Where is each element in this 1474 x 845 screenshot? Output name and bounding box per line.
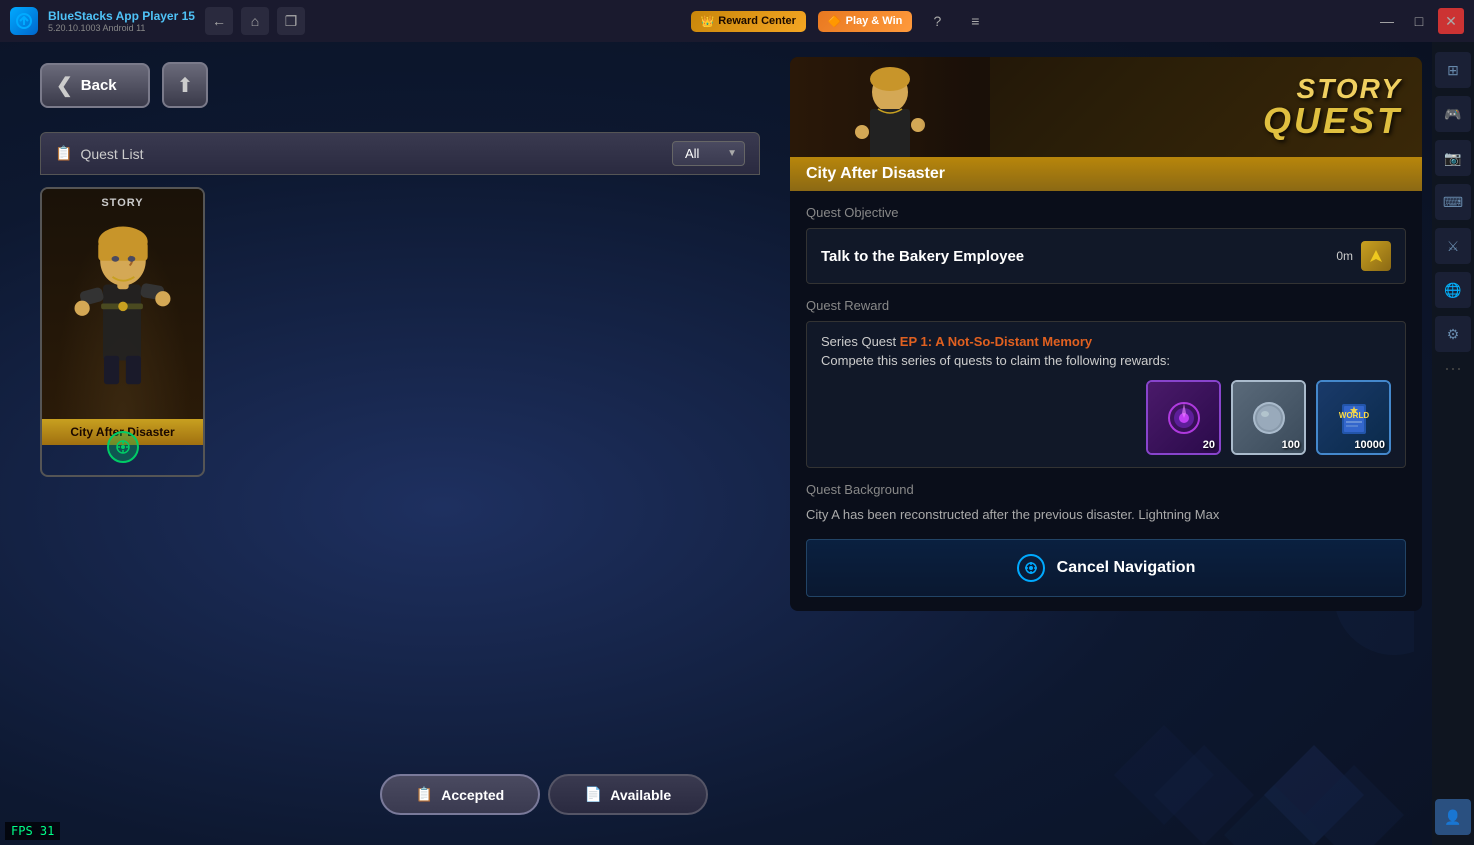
reward-series: Series Quest EP 1: A Not-So-Distant Memo…	[821, 334, 1391, 349]
home-button[interactable]: ⬆	[162, 62, 208, 108]
nav-back-btn[interactable]: ←	[205, 7, 233, 35]
series-name: EP 1: A Not-So-Distant Memory	[900, 334, 1092, 349]
objective-distance: 0m	[1336, 249, 1353, 263]
detail-panel: STORY QUEST City After Disaster Quest Ob…	[790, 57, 1422, 611]
top-bar: BlueStacks App Player 15 5.20.10.1003 An…	[0, 0, 1474, 42]
sidebar-icon-sword[interactable]: ⚔	[1435, 228, 1471, 264]
story-label: STORY	[1263, 75, 1402, 103]
main-content: ❮ Back ⬆ 📋 Quest List All Story Side ▼	[0, 42, 1432, 845]
reward-item-purple: 20	[1146, 380, 1221, 455]
quest-list-icon: 📋	[55, 145, 72, 162]
silver-item-icon	[1249, 398, 1289, 438]
reward-icon: 👑	[701, 15, 715, 28]
center-btns: 👑 Reward Center 🔶 Play & Win ? ≡	[691, 8, 989, 34]
detail-title: City After Disaster	[806, 165, 1406, 183]
sidebar-icon-user[interactable]: 👤	[1435, 799, 1471, 835]
nav-buttons: ← ⌂ ❐	[205, 7, 305, 35]
app-subtitle: 5.20.10.1003 Android 11	[48, 23, 195, 33]
objective-box: Talk to the Bakery Employee 0m	[806, 228, 1406, 284]
detail-header-character	[790, 57, 990, 157]
reward-count-blue: 10000	[1354, 439, 1385, 451]
app-info: BlueStacks App Player 15 5.20.10.1003 An…	[10, 7, 305, 35]
reward-items: 20 100	[821, 380, 1391, 455]
quest-filter-select[interactable]: All Story Side	[672, 141, 745, 166]
background-section: Quest Background City A has been reconst…	[806, 482, 1406, 525]
quest-card[interactable]: STORY	[40, 187, 205, 477]
reward-count-silver: 100	[1282, 439, 1300, 451]
detail-char-art	[790, 57, 990, 157]
tab-available[interactable]: 📄 Available	[548, 774, 708, 815]
reward-box: Series Quest EP 1: A Not-So-Distant Memo…	[806, 321, 1406, 468]
home-icon: ⬆	[177, 73, 194, 98]
nav-home-btn[interactable]: ⌂	[241, 7, 269, 35]
bottom-tabs: 📋 Accepted 📄 Available	[380, 774, 708, 815]
sidebar-icon-keyboard[interactable]: ⌨	[1435, 184, 1471, 220]
back-button[interactable]: ❮ Back	[40, 63, 150, 108]
blue-item-icon: WORLD	[1334, 398, 1374, 438]
sidebar-more-icon[interactable]: ···	[1444, 358, 1462, 379]
available-icon: 📄	[585, 786, 602, 803]
compete-text: Compete this series of quests to claim t…	[821, 353, 1391, 368]
reward-section-label: Quest Reward	[806, 298, 1406, 313]
app-title: BlueStacks App Player 15	[48, 9, 195, 23]
fps-counter: FPS 31	[5, 822, 60, 840]
radar-icon	[1017, 554, 1045, 582]
back-arrow-icon: ❮	[56, 73, 73, 98]
svg-text:WORLD: WORLD	[1338, 411, 1368, 420]
quest-list-panel: 📋 Quest List All Story Side ▼	[40, 132, 760, 175]
detail-header: STORY QUEST	[790, 57, 1422, 157]
right-sidebar: ⊞ 🎮 📷 ⌨ ⚔ 🌐 ⚙ ··· 👤	[1432, 42, 1474, 845]
story-quest-title: STORY QUEST	[1263, 75, 1402, 139]
menu-btn[interactable]: ≡	[962, 8, 988, 34]
background-text: City A has been reconstructed after the …	[806, 505, 1406, 525]
quest-card-nav-icon[interactable]	[107, 431, 139, 463]
back-label: Back	[81, 77, 117, 94]
maximize-btn[interactable]: □	[1406, 8, 1432, 34]
cancel-nav-label: Cancel Navigation	[1057, 559, 1196, 577]
sidebar-icon-gamepad[interactable]: 🎮	[1435, 96, 1471, 132]
character-art	[42, 199, 203, 389]
tab-accepted[interactable]: 📋 Accepted	[380, 774, 540, 815]
app-title-block: BlueStacks App Player 15 5.20.10.1003 An…	[48, 9, 195, 33]
quest-story-label: STORY	[42, 197, 203, 209]
sidebar-icon-grid[interactable]: ⊞	[1435, 52, 1471, 88]
window-controls: — □ ✕	[1374, 8, 1464, 34]
toolbar: ❮ Back ⬆	[40, 62, 208, 108]
sidebar-icon-settings[interactable]: ⚙	[1435, 316, 1471, 352]
background-section-label: Quest Background	[806, 482, 1406, 497]
accepted-icon: 📋	[416, 786, 433, 803]
close-btn[interactable]: ✕	[1438, 8, 1464, 34]
reward-item-silver: 100	[1231, 380, 1306, 455]
detail-body: Quest Objective Talk to the Bakery Emplo…	[790, 191, 1422, 611]
help-btn[interactable]: ?	[924, 8, 950, 34]
quest-label: QUEST	[1263, 103, 1402, 139]
series-text: Series Quest	[821, 334, 896, 349]
accepted-label: Accepted	[441, 787, 504, 803]
available-label: Available	[610, 787, 671, 803]
reward-item-blue: WORLD 10000	[1316, 380, 1391, 455]
quest-card-image: STORY	[42, 189, 203, 419]
objective-right: 0m	[1336, 241, 1391, 271]
reward-count-purple: 20	[1203, 439, 1215, 451]
detail-title-bar: City After Disaster	[790, 157, 1422, 191]
fps-label: FPS	[11, 824, 33, 838]
objective-text: Talk to the Bakery Employee	[821, 248, 1024, 265]
fps-value: 31	[40, 824, 54, 838]
quest-filter-wrapper[interactable]: All Story Side ▼	[672, 141, 745, 166]
reward-center-btn[interactable]: 👑 Reward Center	[691, 11, 806, 32]
purple-item-icon	[1164, 398, 1204, 438]
sidebar-icon-camera[interactable]: 📷	[1435, 140, 1471, 176]
play-win-btn[interactable]: 🔶 Play & Win	[818, 11, 912, 32]
objective-nav-icon[interactable]	[1361, 241, 1391, 271]
minimize-btn[interactable]: —	[1374, 8, 1400, 34]
objective-section-label: Quest Objective	[806, 205, 1406, 220]
play-icon: 🔶	[828, 15, 842, 28]
app-logo	[10, 7, 38, 35]
quest-list-header: 📋 Quest List All Story Side ▼	[40, 132, 760, 175]
sidebar-icon-globe[interactable]: 🌐	[1435, 272, 1471, 308]
nav-copy-btn[interactable]: ❐	[277, 7, 305, 35]
quest-list-title: 📋 Quest List	[55, 145, 143, 162]
cancel-navigation-button[interactable]: Cancel Navigation	[806, 539, 1406, 597]
